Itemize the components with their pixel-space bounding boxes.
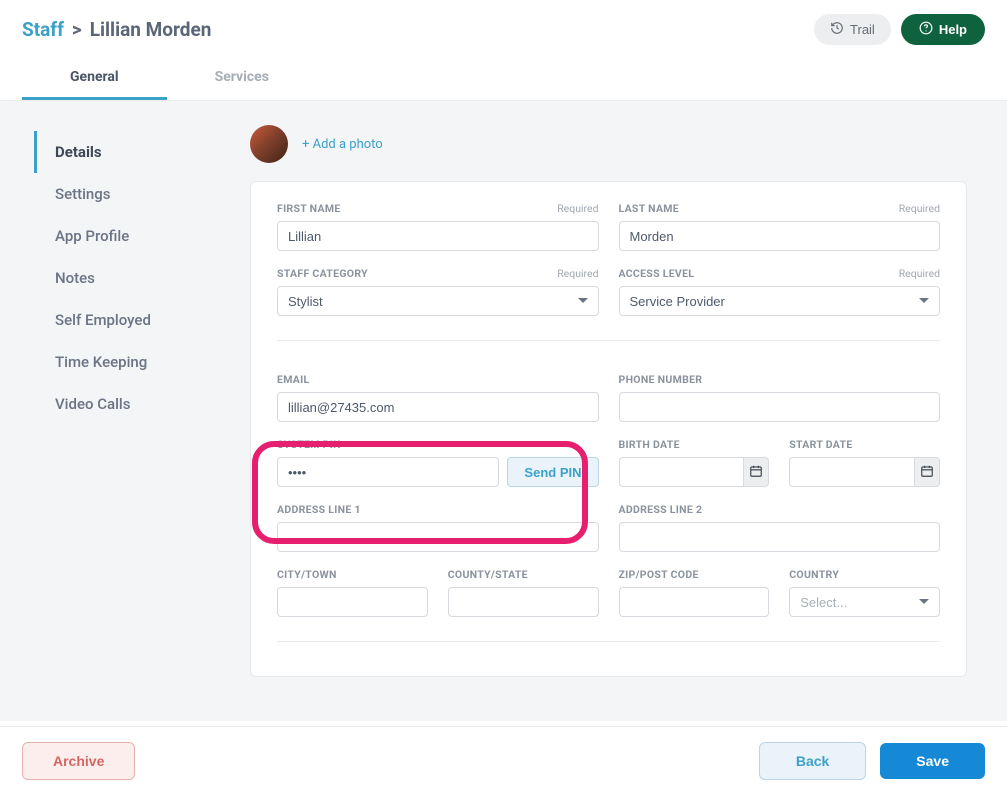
- staff-category-select[interactable]: Stylist: [277, 286, 599, 316]
- tab-services[interactable]: Services: [167, 57, 317, 100]
- sidebar-item-settings[interactable]: Settings: [34, 173, 230, 215]
- breadcrumb: Staff > Lillian Morden: [22, 18, 211, 41]
- tab-general[interactable]: General: [22, 57, 167, 100]
- last-name-input[interactable]: [619, 221, 941, 251]
- sidebar-item-time-keeping[interactable]: Time Keeping: [34, 341, 230, 383]
- required-label: Required: [899, 267, 940, 280]
- birth-date-input[interactable]: [619, 457, 744, 487]
- sidebar-item-details[interactable]: Details: [34, 131, 230, 173]
- details-card: FIRST NAME Required LAST NAME Required: [250, 181, 967, 677]
- address1-label: ADDRESS LINE 1: [277, 503, 361, 516]
- archive-button[interactable]: Archive: [22, 742, 135, 780]
- city-label: CITY/TOWN: [277, 568, 337, 581]
- back-button[interactable]: Back: [759, 742, 866, 780]
- zip-input[interactable]: [619, 587, 770, 617]
- first-name-label: FIRST NAME: [277, 202, 341, 215]
- zip-label: ZIP/POST CODE: [619, 568, 699, 581]
- breadcrumb-leaf: Lillian Morden: [90, 18, 212, 41]
- start-date-picker-button[interactable]: [914, 457, 940, 487]
- address1-input[interactable]: [277, 522, 599, 552]
- email-input[interactable]: [277, 392, 599, 422]
- staff-category-label: STAFF CATEGORY: [277, 267, 368, 280]
- access-level-label: ACCESS LEVEL: [619, 267, 695, 280]
- add-photo-link[interactable]: + Add a photo: [302, 137, 383, 152]
- required-label: Required: [557, 202, 598, 215]
- breadcrumb-separator: >: [72, 18, 82, 41]
- trail-label: Trail: [850, 22, 875, 37]
- avatar[interactable]: [250, 125, 288, 163]
- country-label: COUNTRY: [789, 568, 839, 581]
- address2-input[interactable]: [619, 522, 941, 552]
- tabs: General Services: [0, 51, 1007, 101]
- county-label: COUNTY/STATE: [448, 568, 528, 581]
- start-date-label: START DATE: [789, 438, 852, 451]
- required-label: Required: [899, 202, 940, 215]
- trail-button[interactable]: Trail: [814, 14, 891, 45]
- history-icon: [830, 21, 844, 38]
- birth-date-picker-button[interactable]: [743, 457, 769, 487]
- save-button[interactable]: Save: [880, 743, 985, 779]
- calendar-icon: [749, 464, 763, 481]
- footer: Archive Back Save: [0, 726, 1007, 794]
- first-name-input[interactable]: [277, 221, 599, 251]
- sidebar: Details Settings App Profile Notes Self …: [0, 101, 230, 721]
- city-input[interactable]: [277, 587, 428, 617]
- address2-label: ADDRESS LINE 2: [619, 503, 703, 516]
- sidebar-item-notes[interactable]: Notes: [34, 257, 230, 299]
- help-icon: [919, 21, 933, 38]
- phone-input[interactable]: [619, 392, 941, 422]
- sidebar-item-video-calls[interactable]: Video Calls: [34, 383, 230, 425]
- breadcrumb-root[interactable]: Staff: [22, 18, 64, 41]
- sidebar-item-self-employed[interactable]: Self Employed: [34, 299, 230, 341]
- help-button[interactable]: Help: [901, 14, 985, 45]
- calendar-icon: [920, 464, 934, 481]
- required-label: Required: [557, 267, 598, 280]
- system-pin-label: SYSTEM PIN: [277, 438, 341, 451]
- access-level-select[interactable]: Service Provider: [619, 286, 941, 316]
- help-label: Help: [939, 22, 967, 37]
- last-name-label: LAST NAME: [619, 202, 680, 215]
- email-label: EMAIL: [277, 373, 310, 386]
- start-date-input[interactable]: [789, 457, 914, 487]
- birth-date-label: BIRTH DATE: [619, 438, 680, 451]
- send-pin-button[interactable]: Send PIN: [507, 457, 598, 487]
- phone-label: PHONE NUMBER: [619, 373, 703, 386]
- county-input[interactable]: [448, 587, 599, 617]
- country-select[interactable]: Select...: [789, 587, 940, 617]
- system-pin-input[interactable]: [277, 457, 499, 487]
- sidebar-item-app-profile[interactable]: App Profile: [34, 215, 230, 257]
